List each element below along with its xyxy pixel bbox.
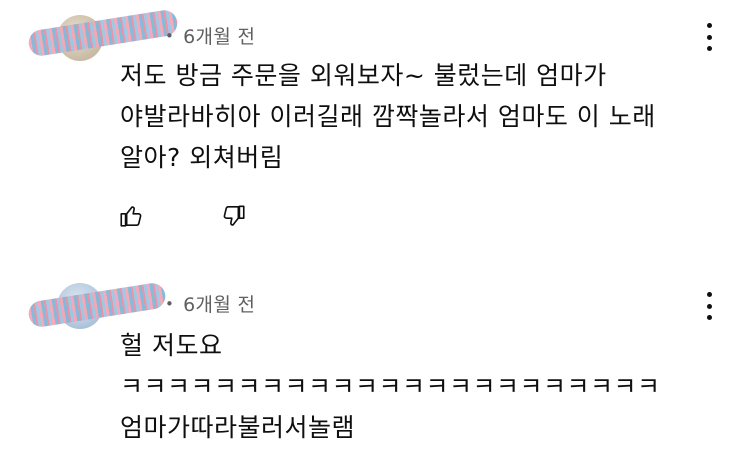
comment-actions bbox=[118, 203, 247, 229]
more-vertical-icon[interactable] bbox=[706, 23, 712, 51]
comment-text: 헐 저도요 ㅋㅋㅋㅋㅋㅋㅋㅋㅋㅋㅋㅋㅋㅋㅋㅋㅋㅋㅋㅋㅋㅋㅋ 엄마가따라불러서놀램 bbox=[120, 325, 710, 448]
comment: • 6개월 전 저도 방금 주문을 외워보자~ 불렀는데 엄마가 야발라바히아 이… bbox=[0, 0, 750, 250]
comment-meta: • 6개월 전 bbox=[165, 290, 255, 317]
comment-meta: • 6개월 전 bbox=[165, 22, 255, 49]
comment-line: ㅋㅋㅋㅋㅋㅋㅋㅋㅋㅋㅋㅋㅋㅋㅋㅋㅋㅋㅋㅋㅋㅋㅋ bbox=[120, 372, 661, 401]
thumb-up-icon[interactable] bbox=[118, 203, 144, 229]
comment-line: 알아? 외쳐버림 bbox=[120, 143, 284, 172]
comment-line: 엄마가따라불러서놀램 bbox=[120, 413, 356, 442]
comment: • 6개월 전 헐 저도요 ㅋㅋㅋㅋㅋㅋㅋㅋㅋㅋㅋㅋㅋㅋㅋㅋㅋㅋㅋㅋㅋㅋㅋ 엄마가… bbox=[0, 270, 750, 463]
thumb-down-icon[interactable] bbox=[221, 203, 247, 229]
comment-line: 저도 방금 주문을 외워보자~ 불렀는데 엄마가 bbox=[120, 61, 607, 90]
separator-dot: • bbox=[165, 27, 175, 45]
comment-line: 헐 저도요 bbox=[120, 331, 223, 360]
comment-time[interactable]: 6개월 전 bbox=[183, 26, 255, 48]
comment-time[interactable]: 6개월 전 bbox=[183, 294, 255, 316]
comment-line: 야발라바히아 이러길래 깜짝놀라서 엄마도 이 노래 bbox=[120, 102, 656, 131]
redaction-scribble bbox=[26, 8, 180, 58]
more-vertical-icon[interactable] bbox=[706, 292, 712, 320]
redaction-scribble bbox=[26, 281, 168, 329]
comment-text: 저도 방금 주문을 외워보자~ 불렀는데 엄마가 야발라바히아 이러길래 깜짝놀… bbox=[120, 55, 710, 178]
separator-dot: • bbox=[165, 295, 175, 313]
